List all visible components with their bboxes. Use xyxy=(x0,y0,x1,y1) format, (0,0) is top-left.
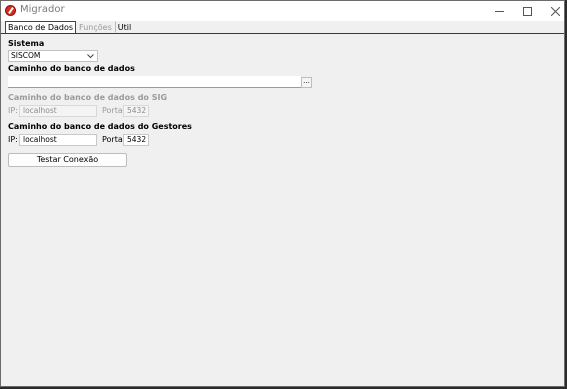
caminho-label: Caminho do banco de dados xyxy=(8,64,135,73)
maximize-icon xyxy=(522,6,532,16)
chevron-down-icon xyxy=(87,54,94,59)
minimize-icon xyxy=(494,10,504,12)
sig-porta-label: Porta: xyxy=(102,106,126,115)
sig-porta-input[interactable]: 5432 xyxy=(123,105,149,117)
main-window: Migrador Banco de Dados Funções Util Sis… xyxy=(0,0,565,387)
close-icon xyxy=(550,6,560,16)
caminho-input-underline xyxy=(8,87,301,88)
gestores-porta-label: Porta: xyxy=(102,135,126,144)
tab-util[interactable]: Util xyxy=(114,21,134,33)
testar-conexao-button[interactable]: Testar Conexão xyxy=(8,153,127,167)
gestores-ip-label: IP: xyxy=(8,135,18,144)
browse-button[interactable]: ... xyxy=(301,77,312,88)
sistema-label: Sistema xyxy=(8,39,45,48)
tab-divider xyxy=(1,33,564,34)
gestores-porta-input[interactable]: 5432 xyxy=(123,134,149,146)
title-bar[interactable]: Migrador xyxy=(1,1,564,21)
sig-label: Caminho do banco de dados do SIG xyxy=(8,93,168,102)
sig-ip-input[interactable]: localhost xyxy=(19,105,97,117)
maximize-button[interactable] xyxy=(513,1,541,21)
gestores-ip-input[interactable]: localhost xyxy=(19,134,97,146)
sistema-selected-value: SISCOM xyxy=(11,51,41,60)
app-icon xyxy=(5,5,16,16)
sig-ip-label: IP: xyxy=(8,106,18,115)
window-title: Migrador xyxy=(20,4,65,15)
close-button[interactable] xyxy=(541,1,567,21)
gestores-label: Caminho do banco de dados do Gestores xyxy=(8,122,192,131)
minimize-button[interactable] xyxy=(485,1,513,21)
sistema-select[interactable]: SISCOM xyxy=(8,50,98,62)
tab-funcoes[interactable]: Funções xyxy=(76,21,115,33)
